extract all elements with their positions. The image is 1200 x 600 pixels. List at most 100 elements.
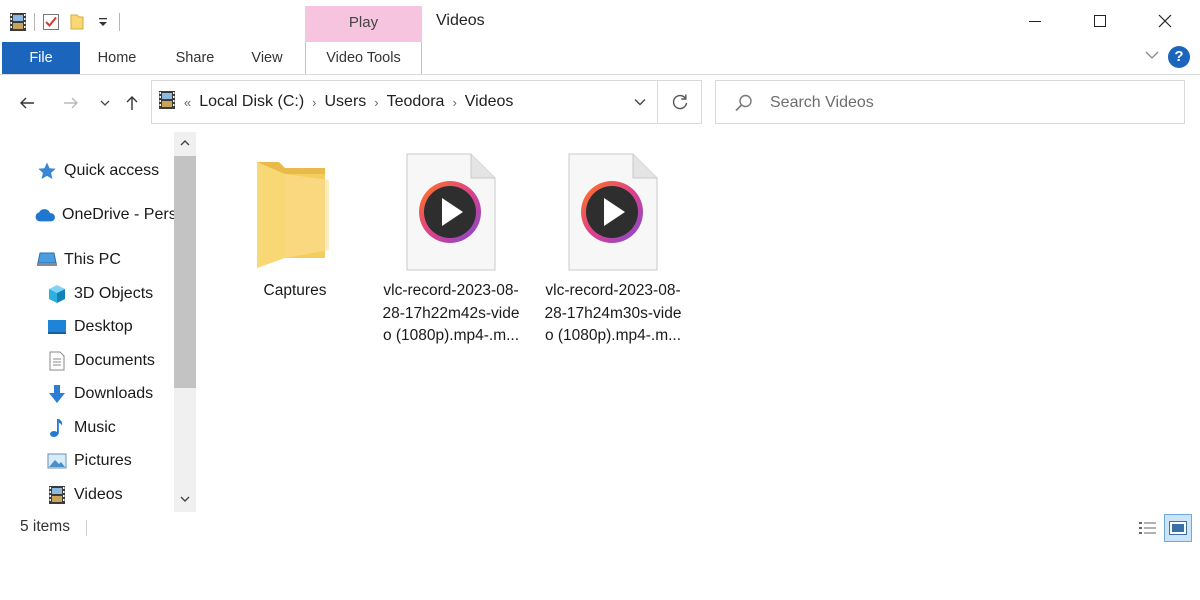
refresh-icon [672,94,688,110]
sidebar-item-label: Documents [74,352,155,369]
maximize-icon [1094,15,1106,27]
window-title: Videos [436,12,485,29]
status-bar: 5 items [0,514,1200,542]
chevron-right-icon[interactable]: › [452,95,456,110]
title-bar: Play Videos [0,0,1200,42]
back-button[interactable] [14,90,40,116]
chevron-right-icon[interactable]: › [312,95,316,110]
file-name: Captures [263,282,327,299]
up-button[interactable] [119,90,145,116]
sidebar-item-label: OneDrive - Pers [62,206,174,223]
expand-ribbon-chevron-icon[interactable] [1144,47,1160,68]
list-item[interactable]: vlc-record-2023-08-28-17h24m30s-video (1… [538,150,688,348]
sidebar-item-downloads[interactable]: Downloads [46,379,153,409]
sidebar-item-label: Videos [74,486,123,503]
music-note-icon [46,417,68,439]
list-item[interactable]: vlc-record-2023-08-28-17h22m42s-video (1… [376,150,526,348]
file-list: Captures vlc-record-2023-08-28-17h22m42s… [200,132,1200,512]
file-name: vlc-record-2023-08-28-17h24m30s-video (1… [544,282,682,344]
refresh-button[interactable] [657,81,702,123]
list-item[interactable]: Captures [220,150,370,303]
sidebar-item-quick-access[interactable]: Quick access [36,156,159,186]
chevron-down-icon [634,99,646,106]
sidebar-item-3d-objects[interactable]: 3D Objects [46,279,153,309]
search-box[interactable] [715,80,1185,124]
sidebar-item-label: This PC [64,251,121,268]
chevron-up-icon [180,140,190,146]
chevron-down-icon [180,496,190,502]
video-file-icon [538,150,688,272]
sidebar-item-label: Music [74,419,116,436]
address-bar[interactable]: « Local Disk (C:) › Users › Teodora › Vi… [151,80,702,124]
customize-dropdown-icon[interactable] [93,12,113,32]
tab-view[interactable]: View [240,42,294,74]
breadcrumb-users[interactable]: Users [324,93,366,111]
item-count: 5 items [20,518,70,535]
search-input[interactable] [770,89,1170,117]
ribbon: File Home Share View Video Tools ? [0,42,1200,75]
tab-home[interactable]: Home [84,42,150,74]
folder-icon [220,150,370,272]
large-icons-view-button[interactable] [1164,514,1192,542]
scroll-up-button[interactable] [174,132,196,154]
scrollbar-thumb[interactable] [174,156,196,388]
chevron-down-icon [100,100,110,106]
forward-arrow-icon [64,97,78,109]
breadcrumb-teodora[interactable]: Teodora [387,93,445,111]
tab-video-tools[interactable]: Video Tools [305,42,422,74]
picture-icon [46,450,68,472]
navigation-pane: Quick access OneDrive - Pers This PC 3D … [0,132,196,512]
sidebar-item-pictures[interactable]: Pictures [46,446,132,476]
breadcrumb-local-disk[interactable]: Local Disk (C:) [199,93,304,111]
sidebar-item-label: Desktop [74,318,133,335]
film-icon[interactable] [8,12,28,32]
star-icon [36,160,58,182]
maximize-button[interactable] [1067,0,1133,42]
close-button[interactable] [1132,0,1198,42]
sidebar-item-label: Quick access [64,162,160,179]
close-icon [1158,14,1172,28]
sidebar-item-desktop[interactable]: Desktop [46,312,133,342]
minimize-icon [1029,21,1041,22]
search-icon [735,94,752,112]
sidebar-item-label: 3D Objects [74,285,154,302]
video-file-icon [376,150,526,272]
sidebar-item-label: Pictures [74,452,132,469]
tab-file[interactable]: File [2,42,80,74]
tab-play[interactable]: Play [305,14,422,31]
scroll-down-button[interactable] [174,488,196,510]
sidebar-item-this-pc[interactable]: This PC [36,245,121,275]
navigation-bar: « Local Disk (C:) › Users › Teodora › Vi… [0,80,1200,126]
sidebar-item-documents[interactable]: Documents [46,346,155,376]
cube-icon [46,283,68,305]
film-icon [46,484,68,506]
sidebar-item-onedrive[interactable]: OneDrive - Pers [34,200,174,230]
help-icon[interactable]: ? [1168,46,1190,68]
back-arrow-icon [20,97,34,109]
film-icon [158,90,176,115]
sidebar-item-videos[interactable]: Videos [46,480,123,510]
sidebar-item-label: Downloads [74,385,154,402]
sidebar-item-music[interactable]: Music [46,413,116,443]
breadcrumb-videos[interactable]: Videos [465,93,514,111]
toolbar-separator [34,13,35,31]
address-dropdown-button[interactable] [622,81,658,123]
ribbon-controls: ? [1144,46,1190,68]
onedrive-cloud-icon [34,204,56,226]
tab-share[interactable]: Share [162,42,228,74]
quick-access-toolbar [8,10,120,34]
chevron-right-icon[interactable]: › [374,95,378,110]
large-icons-view-icon [1169,521,1187,535]
details-view-button[interactable] [1134,514,1162,542]
status-separator [86,520,87,536]
breadcrumb-overflow[interactable]: « [184,95,191,110]
navigation-pane-scrollbar[interactable] [174,132,196,512]
recent-locations-button[interactable] [92,90,118,116]
properties-checkmark-icon[interactable] [41,12,61,32]
desktop-icon [46,316,68,338]
download-arrow-icon [46,383,68,405]
minimize-button[interactable] [1002,0,1068,42]
new-folder-icon[interactable] [67,12,87,32]
up-arrow-icon [126,96,138,110]
forward-button[interactable] [58,90,84,116]
